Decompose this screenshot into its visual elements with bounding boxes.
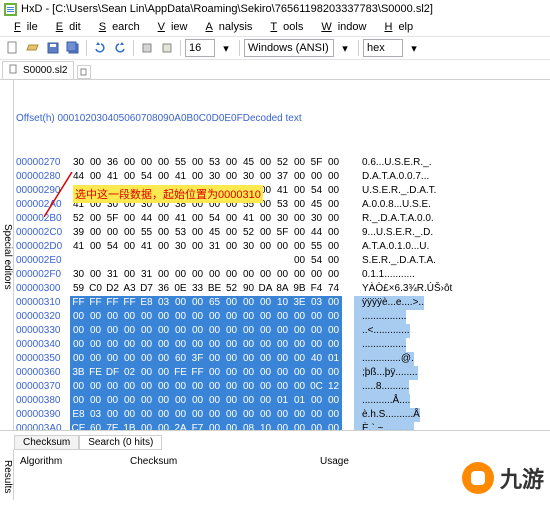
hex-row[interactable]: 000002D0 4100540041003000310030000000550… (16, 240, 550, 254)
menu-search[interactable]: Search (87, 20, 146, 34)
hex-row[interactable]: 00000330 0000000000000000000000000000000… (16, 324, 550, 338)
menu-file[interactable]: File (2, 20, 44, 34)
hex-row[interactable]: 00000310 FFFFFFFFE803000065000000103E030… (16, 296, 550, 310)
file-tab[interactable]: S0000.sl2 (2, 61, 74, 79)
settings2-button[interactable] (158, 39, 176, 57)
watermark: 九游 (462, 462, 544, 494)
app-icon (4, 3, 17, 16)
hex-row[interactable]: 00000350 000000000000603F000000000000400… (16, 352, 550, 366)
col-checksum[interactable]: Checksum (124, 456, 314, 500)
save-button[interactable] (44, 39, 62, 57)
hex-row[interactable]: 00000360 3BFEDF020000FEFF000000000000000… (16, 366, 550, 380)
app-title: HxD - [C:\Users\Sean Lin\AppData\Roaming… (21, 3, 433, 15)
base-input[interactable] (363, 39, 403, 57)
col-algorithm[interactable]: Algorithm (14, 456, 124, 500)
watermark-icon (462, 462, 494, 494)
menu-edit[interactable]: Edit (44, 20, 87, 34)
menu-analysis[interactable]: Analysis (193, 20, 258, 34)
col-usage[interactable]: Usage (314, 456, 424, 500)
annotation-label: 选中这一段数据，起始位置为0000310 (73, 185, 263, 203)
tab-search[interactable]: Search (0 hits) (79, 435, 162, 450)
file-tab-label: S0000.sl2 (23, 65, 67, 76)
vertical-tab-special-editors[interactable]: Special editors (0, 80, 14, 430)
hex-row[interactable]: 00000380 0000000000000000000000000101000… (16, 394, 550, 408)
hex-row[interactable]: 000002E0 005400S.E.R._.D.A.T.A. (16, 254, 550, 268)
vertical-tab-results[interactable]: Results (0, 450, 14, 500)
hex-editor[interactable]: Offset(h) 000102030405060708090A0B0C0D0E… (14, 80, 550, 430)
encoding-input[interactable] (244, 39, 334, 57)
toolbar: ▾ ▾ ▾ (0, 36, 550, 60)
hex-row[interactable]: 00000270 30003600000055005300450052005F0… (16, 156, 550, 170)
hex-row[interactable]: 00000340 0000000000000000000000000000000… (16, 338, 550, 352)
hex-row[interactable]: 00000280 4400410054004100300030003700000… (16, 170, 550, 184)
hex-row[interactable]: 000002B0 52005F0044004100540041003000300… (16, 212, 550, 226)
results-tabs: Checksum Search (0 hits) (0, 430, 550, 450)
base-dd[interactable]: ▾ (405, 39, 423, 57)
new-button[interactable] (4, 39, 22, 57)
menu-help[interactable]: Help (372, 20, 419, 34)
tab-checksum[interactable]: Checksum (14, 435, 79, 450)
columns-dd[interactable]: ▾ (217, 39, 235, 57)
menu-window[interactable]: Window (309, 20, 372, 34)
hex-row[interactable]: 00000370 00000000000000000000000000000C1… (16, 380, 550, 394)
hex-row[interactable]: 00000300 59C0D2A3D7360E33BE5290DA8A9BF47… (16, 282, 550, 296)
hex-row[interactable]: 000003A0 CE607E1B00002AF7000008100000000… (16, 422, 550, 430)
menu-tools[interactable]: Tools (258, 20, 309, 34)
watermark-text: 九游 (500, 462, 544, 494)
open-button[interactable] (24, 39, 42, 57)
redo-button[interactable] (111, 39, 129, 57)
hex-row[interactable]: 000002C0 3900000055005300450052005F00440… (16, 226, 550, 240)
hex-row[interactable]: 000002F0 3000310031000000000000000000000… (16, 268, 550, 282)
new-tab-button[interactable] (77, 65, 91, 79)
settings-button[interactable] (138, 39, 156, 57)
hex-row[interactable]: 00000320 0000000000000000000000000000000… (16, 310, 550, 324)
hex-row[interactable]: 00000390 E803000000000000000000000000000… (16, 408, 550, 422)
save-all-button[interactable] (64, 39, 82, 57)
file-icon (9, 64, 19, 77)
undo-button[interactable] (91, 39, 109, 57)
columns-input[interactable] (185, 39, 215, 57)
encoding-dd[interactable]: ▾ (336, 39, 354, 57)
menu-view[interactable]: View (146, 20, 194, 34)
menubar: FileEditSearchViewAnalysisToolsWindowHel… (0, 18, 550, 36)
